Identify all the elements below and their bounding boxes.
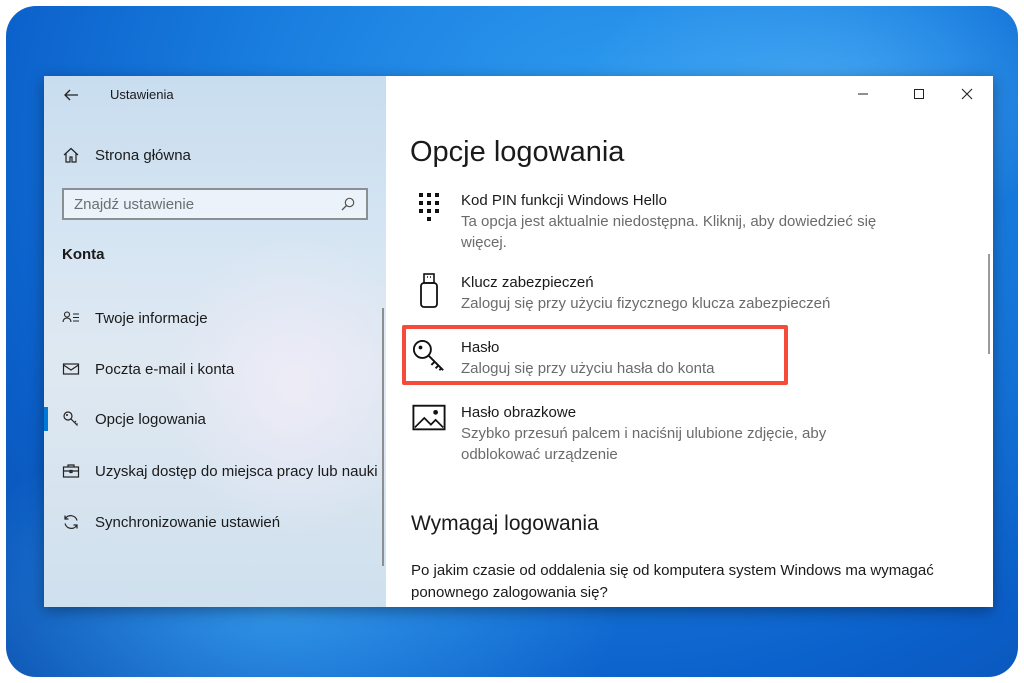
option-description: Zaloguj się przy użyciu hasła do konta	[461, 360, 715, 377]
picture-icon	[412, 403, 446, 443]
option-title: Hasło obrazkowe	[461, 404, 577, 421]
option-description: Szybko przesuń palcem i naciśnij ulubion…	[461, 425, 827, 463]
sidebar: Ustawienia Strona główna Konta Twoje inf…	[44, 76, 424, 607]
sidebar-item-email[interactable]: Poczta e-mail i konta	[62, 357, 234, 381]
sync-icon	[62, 513, 80, 531]
password-key-icon	[412, 338, 446, 378]
sidebar-scrollbar[interactable]	[382, 308, 384, 566]
maximize-button[interactable]	[904, 84, 934, 104]
key-icon	[62, 410, 80, 428]
maximize-icon	[914, 89, 924, 99]
option-title: Kod PIN funkcji Windows Hello	[461, 192, 667, 209]
minimize-icon	[858, 93, 868, 95]
option-security-key[interactable]: Klucz zabezpieczeń Zaloguj się przy użyc…	[412, 273, 881, 314]
sidebar-item-label: Uzyskaj dostęp do miejsca pracy lub nauk…	[95, 462, 378, 480]
usb-key-icon	[412, 273, 446, 313]
close-button[interactable]	[952, 84, 982, 104]
settings-window: Ustawienia Strona główna Konta Twoje inf…	[44, 76, 993, 607]
sidebar-item-work-access[interactable]: Uzyskaj dostęp do miejsca pracy lub nauk…	[62, 459, 378, 483]
close-icon	[961, 88, 973, 100]
pin-keypad-icon	[412, 191, 446, 231]
option-password[interactable]: Hasło Zaloguj się przy użyciu hasła do k…	[412, 338, 881, 379]
option-description: Zaloguj się przy użyciu fizycznego klucz…	[461, 295, 831, 312]
back-arrow-icon	[64, 89, 78, 101]
require-signin-description: Po jakim czasie od oddalenia się od komp…	[411, 562, 934, 601]
briefcase-icon	[62, 462, 80, 480]
back-button[interactable]	[60, 84, 82, 106]
sidebar-item-label: Synchronizowanie ustawień	[95, 513, 281, 531]
section-heading: Konta	[62, 246, 105, 263]
home-icon	[62, 146, 80, 164]
main-scrollbar[interactable]	[988, 254, 990, 354]
option-title: Klucz zabezpieczeń	[461, 274, 594, 291]
sidebar-item-label: Twoje informacje	[95, 309, 208, 327]
active-indicator	[44, 407, 48, 431]
sidebar-item-home[interactable]: Strona główna	[62, 143, 191, 167]
app-title: Ustawienia	[110, 87, 174, 102]
search-icon[interactable]	[340, 196, 356, 212]
option-title: Hasło	[461, 339, 500, 356]
sidebar-item-label: Opcje logowania	[95, 410, 206, 428]
sidebar-item-label: Strona główna	[95, 146, 191, 164]
page-title: Opcje logowania	[410, 136, 625, 168]
option-description: Ta opcja jest aktualnie niedostępna. Kli…	[461, 213, 877, 251]
sidebar-item-label: Poczta e-mail i konta	[95, 360, 235, 378]
option-windows-hello-pin[interactable]: Kod PIN funkcji Windows Hello Ta opcja j…	[412, 191, 881, 253]
minimize-button[interactable]	[848, 84, 878, 104]
sidebar-item-sign-in-options[interactable]: Opcje logowania	[62, 407, 206, 431]
user-info-icon	[62, 309, 80, 327]
section-title-require-signin: Wymagaj logowania	[411, 512, 599, 535]
sidebar-item-your-info[interactable]: Twoje informacje	[62, 306, 208, 330]
search-input[interactable]	[74, 195, 340, 213]
sidebar-item-sync[interactable]: Synchronizowanie ustawień	[62, 510, 280, 534]
option-picture-password[interactable]: Hasło obrazkowe Szybko przesuń palcem i …	[412, 403, 881, 465]
search-field[interactable]	[62, 188, 368, 220]
mail-icon	[62, 360, 80, 378]
main-content: Opcje logowania Kod PIN funkcji Windows …	[386, 76, 993, 607]
